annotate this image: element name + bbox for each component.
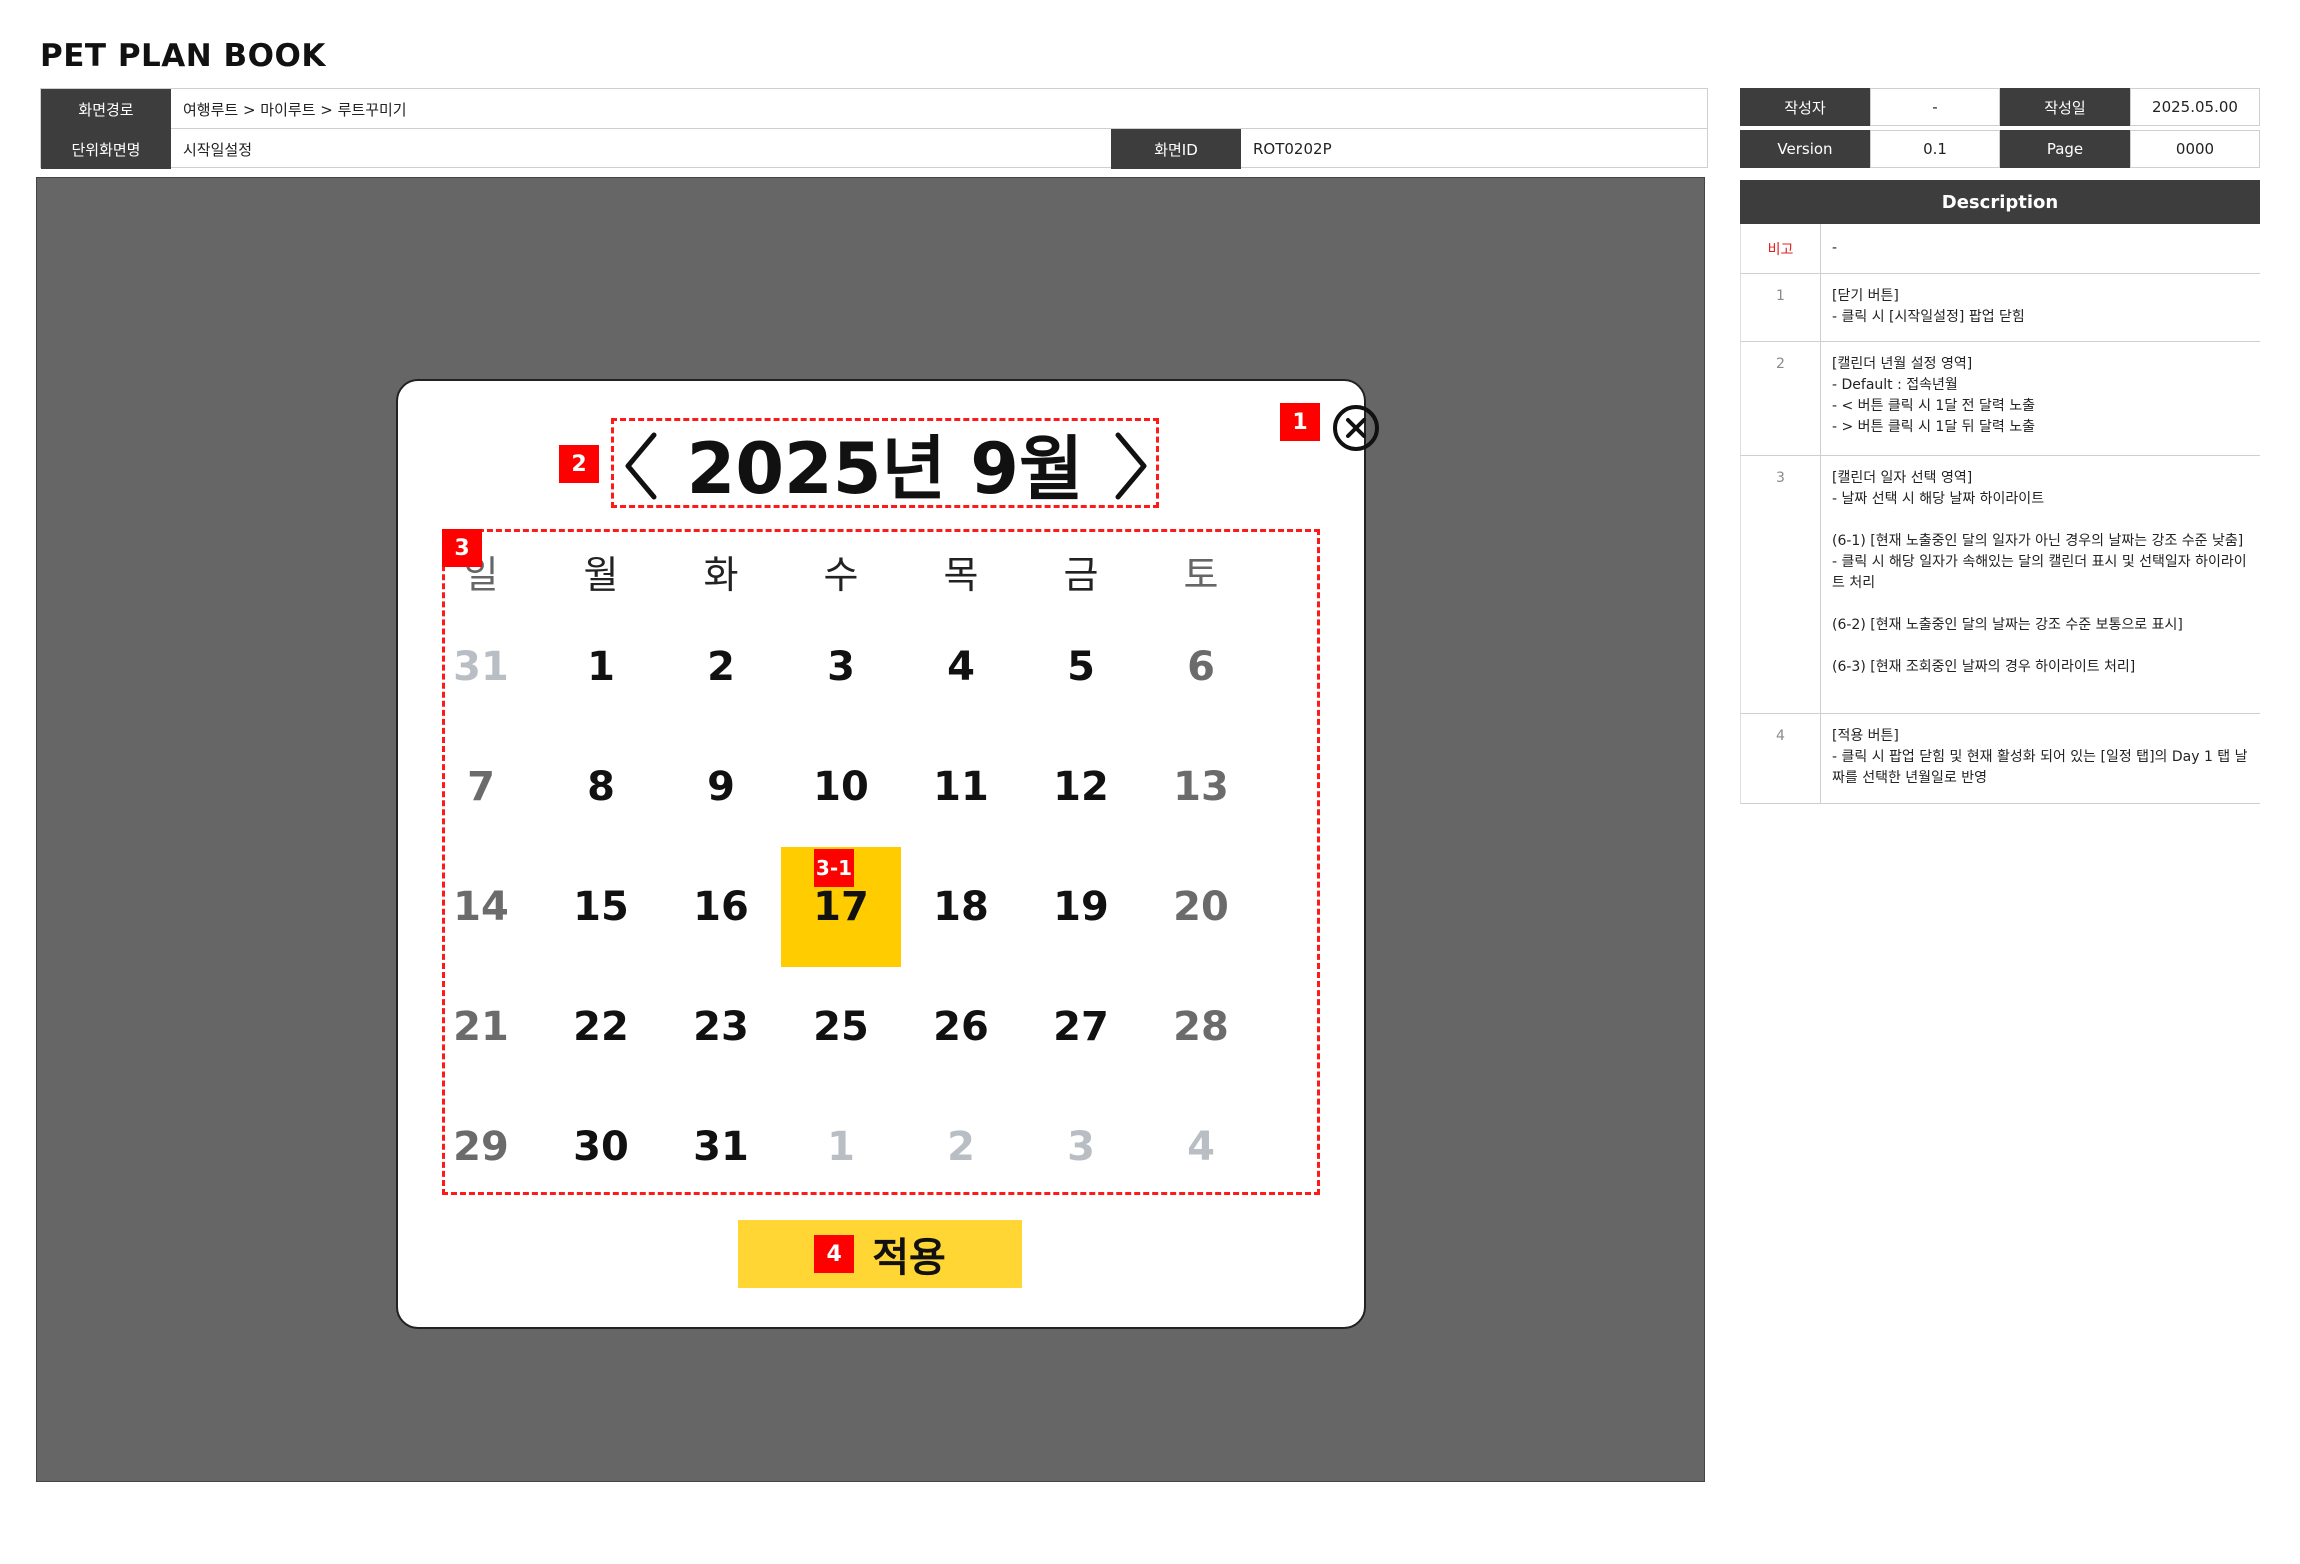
calendar-day[interactable]: 3 — [1021, 1087, 1141, 1207]
calendar-day[interactable]: 31 — [421, 607, 541, 727]
month-selector: 2025년 9월 — [611, 418, 1159, 510]
apply-button[interactable]: 4 적용 — [738, 1220, 1022, 1288]
calendar-day[interactable]: 12 — [1021, 727, 1141, 847]
annotation-marker-1: 1 — [1280, 403, 1320, 441]
calendar-day[interactable]: 5 — [1021, 607, 1141, 727]
next-month-button[interactable] — [1104, 425, 1154, 507]
weekday-header: 토 — [1183, 552, 1219, 597]
author-label: 작성자 — [1740, 88, 1870, 126]
description-row: 4 [적용 버튼] - 클릭 시 팝업 닫힘 및 현재 활성화 되어 있는 [일정… — [1740, 714, 2260, 804]
calendar-day[interactable]: 28 — [1141, 967, 1261, 1087]
description-row-text: - — [1832, 240, 1838, 256]
description-row-number: 비고 — [1741, 224, 1821, 273]
calendar-day[interactable]: 14 — [421, 847, 541, 967]
month-title: 2025년 9월 — [686, 427, 1084, 510]
calendar-day[interactable]: 3 — [781, 607, 901, 727]
description-row-number: 4 — [1741, 714, 1821, 803]
close-icon — [1333, 405, 1379, 451]
doc-meta-table: 작성자 - 작성일 2025.05.00 Version 0.1 Page 00… — [1740, 88, 2260, 170]
calendar-day[interactable]: 4 — [901, 607, 1021, 727]
annotation-marker-3-1: 3-1 — [814, 849, 854, 887]
chevron-left-icon — [625, 432, 657, 500]
annotation-marker-2: 2 — [559, 445, 599, 483]
annotation-marker-4: 4 — [814, 1235, 855, 1273]
start-date-popup: 1 2025년 9월 2 일 월 화 수 목 금 토 31 1 2 3 4 5 6 7 8 9 10 11 12 13 1… — [396, 379, 1379, 1329]
calendar-day[interactable]: 22 — [541, 967, 661, 1087]
version-label: Version — [1740, 130, 1870, 168]
calendar-day[interactable]: 6 — [1141, 607, 1261, 727]
date-label: 작성일 — [2000, 88, 2130, 126]
author-value: - — [1870, 88, 2000, 126]
calendar-day[interactable]: 27 — [1021, 967, 1141, 1087]
calendar-day[interactable]: 23 — [661, 967, 781, 1087]
calendar-day[interactable]: 8 — [541, 727, 661, 847]
calendar-day[interactable]: 30 — [541, 1087, 661, 1207]
calendar-day[interactable]: 20 — [1141, 847, 1261, 967]
unit-screen-row: 단위화면명 시작일설정 화면ID ROT0202P — [41, 129, 1707, 169]
screen-path-row: 화면경로 여행루트 > 마이루트 > 루트꾸미기 — [41, 89, 1707, 129]
calendar-day[interactable]: 25 — [781, 967, 901, 1087]
calendar-day[interactable]: 13 — [1141, 727, 1261, 847]
screen-path-value: 여행루트 > 마이루트 > 루트꾸미기 — [183, 100, 407, 119]
description-row: 3 [캘린더 일자 선택 영역] - 날짜 선택 시 해당 날짜 하이라이트 (6… — [1740, 456, 2260, 714]
weekday-header: 화 — [703, 552, 739, 597]
calendar-day[interactable]: 9 — [661, 727, 781, 847]
weekday-header: 금 — [1063, 552, 1099, 597]
description-row: 1 [닫기 버튼] - 클릭 시 [시작일설정] 팝업 닫힘 — [1740, 274, 2260, 342]
calendar-day[interactable]: 2 — [661, 607, 781, 727]
description-row: 2 [캘린더 년월 설정 영역] - Default : 접속년월 - < 버튼 … — [1740, 342, 2260, 456]
description-row-text: [닫기 버튼] - 클릭 시 [시작일설정] 팝업 닫힘 — [1832, 288, 2025, 325]
description-row-number: 2 — [1741, 342, 1821, 455]
calendar-day[interactable]: 1 — [541, 607, 661, 727]
description-row-number: 3 — [1741, 456, 1821, 713]
chevron-right-icon — [1115, 432, 1147, 500]
calendar-day[interactable]: 18 — [901, 847, 1021, 967]
screen-id-value: ROT0202P — [1253, 140, 1332, 158]
calendar-day[interactable]: 11 — [901, 727, 1021, 847]
calendar-day[interactable]: 2 — [901, 1087, 1021, 1207]
calendar-day[interactable]: 15 — [541, 847, 661, 967]
calendar-day[interactable]: 19 — [1021, 847, 1141, 967]
unit-screen-label: 단위화면명 — [41, 129, 171, 169]
calendar-day[interactable]: 16 — [661, 847, 781, 967]
calendar-day[interactable]: 10 — [781, 727, 901, 847]
calendar-day[interactable]: 26 — [901, 967, 1021, 1087]
weekday-header: 수 — [823, 552, 859, 597]
annotation-marker-3: 3 — [442, 529, 482, 567]
close-button[interactable] — [1331, 403, 1381, 453]
description-row: 비고 - — [1740, 224, 2260, 274]
prev-month-button[interactable] — [618, 425, 668, 507]
calendar-day[interactable]: 1 — [781, 1087, 901, 1207]
description-row-text: [캘린더 년월 설정 영역] - Default : 접속년월 - < 버튼 클… — [1832, 356, 2035, 435]
weekday-header: 목 — [943, 552, 979, 597]
document-title: PET PLAN BOOK — [40, 38, 326, 74]
description-row-text: [캘린더 일자 선택 영역] - 날짜 선택 시 해당 날짜 하이라이트 (6-… — [1832, 470, 2247, 675]
date-value: 2025.05.00 — [2130, 88, 2260, 126]
calendar-day[interactable]: 21 — [421, 967, 541, 1087]
version-value: 0.1 — [1870, 130, 2000, 168]
page-label: Page — [2000, 130, 2130, 168]
screen-id-label: 화면ID — [1111, 129, 1241, 169]
weekday-header: 월 — [583, 552, 619, 597]
calendar-day[interactable]: 31 — [661, 1087, 781, 1207]
calendar-day[interactable]: 29 — [421, 1087, 541, 1207]
page-value: 0000 — [2130, 130, 2260, 168]
apply-button-label: 적용 — [872, 1235, 946, 1281]
unit-screen-value: 시작일설정 — [183, 140, 253, 159]
description-row-text: [적용 버튼] - 클릭 시 팝업 닫힘 및 현재 활성화 되어 있는 [일정 … — [1832, 728, 2248, 786]
description-row-number: 1 — [1741, 274, 1821, 341]
screen-path-label: 화면경로 — [41, 89, 171, 129]
calendar-day[interactable]: 7 — [421, 727, 541, 847]
description-header: Description — [1740, 180, 2260, 224]
calendar-day[interactable]: 4 — [1141, 1087, 1261, 1207]
screen-info-table: 화면경로 여행루트 > 마이루트 > 루트꾸미기 단위화면명 시작일설정 화면I… — [40, 88, 1708, 169]
